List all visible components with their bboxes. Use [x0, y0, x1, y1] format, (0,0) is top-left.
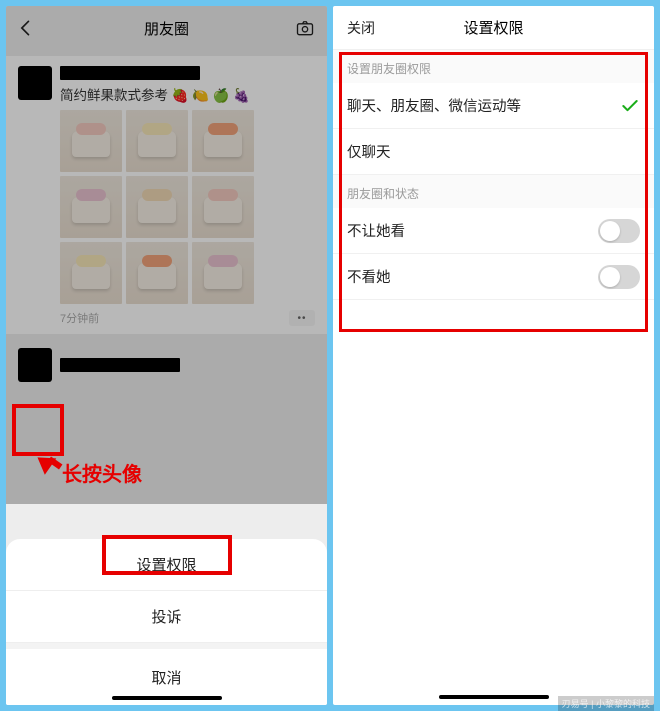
feed: 简约鲜果款式参考 🍓 🍋 🍏 🍇 — [6, 50, 327, 396]
avatar[interactable] — [18, 66, 52, 100]
section-header: 设置朋友圈权限 — [333, 50, 654, 83]
redacted-username — [60, 66, 200, 80]
toggle-switch[interactable] — [598, 265, 640, 289]
toggle-hide-her[interactable]: 不看她 — [333, 254, 654, 300]
page-title: 朋友圈 — [144, 18, 189, 39]
page-title: 设置权限 — [463, 17, 523, 38]
permission-option-full[interactable]: 聊天、朋友圈、微信运动等 — [333, 83, 654, 129]
feed-post: 简约鲜果款式参考 🍓 🍋 🍏 🍇 — [6, 56, 327, 334]
grid-image[interactable] — [60, 176, 122, 238]
camera-icon[interactable] — [295, 18, 315, 38]
feed-post — [6, 340, 327, 390]
check-icon — [620, 96, 640, 116]
post-time: 7分钟前 — [60, 310, 99, 326]
back-icon[interactable] — [16, 18, 36, 38]
grid-image[interactable] — [60, 110, 122, 172]
image-grid — [60, 110, 315, 304]
avatar[interactable] — [18, 348, 52, 382]
grid-image[interactable] — [192, 242, 254, 304]
grid-image[interactable] — [126, 176, 188, 238]
annotation-highlight-box — [12, 404, 64, 456]
home-indicator — [112, 696, 222, 700]
permission-header: 关闭 设置权限 — [333, 6, 654, 50]
option-label: 不让她看 — [347, 220, 405, 241]
watermark: 刃易号 | 小黎黎的科技 — [558, 696, 654, 711]
option-label: 聊天、朋友圈、微信运动等 — [347, 95, 521, 116]
grid-image[interactable] — [60, 242, 122, 304]
permission-screen: 关闭 设置权限 设置朋友圈权限 聊天、朋友圈、微信运动等 仅聊天 朋友圈和状态 … — [333, 6, 654, 705]
sheet-report[interactable]: 投诉 — [6, 591, 327, 643]
sheet-set-permission[interactable]: 设置权限 — [6, 539, 327, 591]
home-indicator — [439, 695, 549, 699]
option-label: 仅聊天 — [347, 141, 391, 162]
grid-image[interactable] — [126, 110, 188, 172]
annotation-label: 长按头像 — [62, 458, 142, 487]
post-caption: 简约鲜果款式参考 🍓 🍋 🍏 🍇 — [60, 84, 315, 104]
section-header: 朋友圈和状态 — [333, 175, 654, 208]
option-label: 不看她 — [347, 266, 391, 287]
close-button[interactable]: 关闭 — [347, 18, 375, 38]
moments-header: 朋友圈 — [6, 6, 327, 50]
toggle-block-her[interactable]: 不让她看 — [333, 208, 654, 254]
moments-screen: 朋友圈 简约鲜果款式参考 🍓 🍋 🍏 🍇 — [6, 6, 327, 705]
redacted-username — [60, 358, 180, 372]
more-icon[interactable]: •• — [289, 310, 315, 326]
grid-image[interactable] — [126, 242, 188, 304]
toggle-switch[interactable] — [598, 219, 640, 243]
grid-image[interactable] — [192, 176, 254, 238]
grid-image[interactable] — [192, 110, 254, 172]
action-sheet: 设置权限 投诉 取消 — [6, 539, 327, 705]
permission-option-chatonly[interactable]: 仅聊天 — [333, 129, 654, 175]
